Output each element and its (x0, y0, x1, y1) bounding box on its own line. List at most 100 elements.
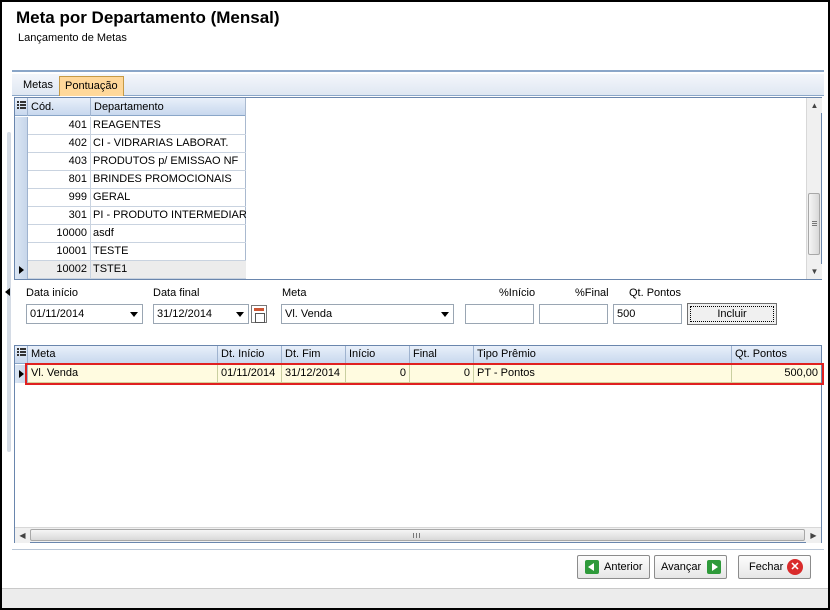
qt-pontos-label: Qt. Pontos (629, 287, 681, 299)
row-highlight-box (25, 363, 824, 385)
tab-metas[interactable]: Metas (18, 76, 58, 96)
pct-final-label: %Final (575, 287, 609, 299)
department-vertical-scrollbar[interactable]: ▲ ▼ (806, 98, 822, 279)
row-indicator (15, 189, 28, 207)
column-header-meta[interactable]: Meta (28, 346, 218, 364)
cell-departamento[interactable]: TESTE (91, 243, 246, 261)
fechar-button[interactable]: Fechar ✕ (738, 555, 811, 579)
status-bar (2, 588, 828, 608)
cell-departamento[interactable]: REAGENTES (91, 117, 246, 135)
scrollbar-thumb[interactable] (808, 193, 820, 255)
row-pointer-icon (15, 261, 28, 279)
tab-bar: Metas Pontuação (12, 74, 824, 96)
department-grid: Cód. Departamento 401 REAGENTES 402 CI - VI… (15, 98, 246, 279)
data-final-label: Data final (153, 287, 200, 299)
arrow-right-icon (707, 560, 721, 574)
table-row[interactable]: 403 PRODUTOS p/ EMISSAO NF (15, 153, 246, 171)
column-header-qt-pontos[interactable]: Qt. Pontos (732, 346, 821, 364)
collapse-left-icon[interactable] (5, 288, 10, 296)
chevron-down-icon[interactable] (231, 305, 248, 323)
cell-departamento[interactable]: GERAL (91, 189, 246, 207)
chevron-down-icon[interactable] (436, 305, 453, 323)
scroll-left-icon[interactable]: ◀ (15, 528, 30, 543)
cell-codigo[interactable]: 10001 (28, 243, 91, 261)
header-divider (12, 70, 824, 72)
pct-final-field[interactable] (539, 304, 608, 324)
row-indicator (15, 207, 28, 225)
cell-departamento[interactable]: TSTE1 (91, 261, 246, 279)
column-header-tipo-premio[interactable]: Tipo Prêmio (474, 346, 732, 364)
qt-pontos-field[interactable]: 500 (613, 304, 682, 324)
table-row[interactable]: 10000 asdf (15, 225, 246, 243)
window-frame: Meta por Departamento (Mensal) Lançament… (0, 0, 830, 610)
row-indicator (15, 171, 28, 189)
scrollbar-thumb[interactable] (30, 529, 805, 541)
data-inicio-value: 01/11/2014 (30, 308, 85, 320)
table-row[interactable]: 999 GERAL (15, 189, 246, 207)
meta-label: Meta (282, 287, 307, 299)
cell-departamento[interactable]: CI - VIDRARIAS LABORAT. (91, 135, 246, 153)
table-row[interactable]: 401 REAGENTES (15, 117, 246, 135)
calendar-icon[interactable] (251, 305, 267, 323)
table-row[interactable]: 10002 TSTE1 (15, 261, 246, 279)
avancar-button-label: Avançar (661, 561, 702, 573)
fechar-button-label: Fechar (749, 561, 784, 573)
anterior-button[interactable]: Anterior (577, 555, 650, 579)
cell-codigo[interactable]: 301 (28, 207, 91, 225)
window-subtitle: Lançamento de Metas (18, 32, 127, 44)
cell-codigo[interactable]: 401 (28, 117, 91, 135)
cell-codigo[interactable]: 999 (28, 189, 91, 207)
data-inicio-field[interactable]: 01/11/2014 (26, 304, 143, 324)
column-header-dt-fim[interactable]: Dt. Fim (282, 346, 346, 364)
cell-codigo[interactable]: 402 (28, 135, 91, 153)
grid-menu-icon[interactable] (15, 346, 28, 364)
grid-menu-icon[interactable] (15, 98, 28, 116)
data-inicio-label: Data início (26, 287, 78, 299)
row-indicator (15, 135, 28, 153)
cell-codigo[interactable]: 403 (28, 153, 91, 171)
pct-inicio-field[interactable] (465, 304, 534, 324)
column-header-codigo[interactable]: Cód. (28, 98, 91, 116)
row-indicator (15, 225, 28, 243)
cell-departamento[interactable]: PI - PRODUTO INTERMEDIARI (91, 207, 246, 225)
tab-pontuacao[interactable]: Pontuação (59, 76, 124, 96)
row-indicator (15, 153, 28, 171)
row-indicator (15, 117, 28, 135)
window-title: Meta por Departamento (Mensal) (16, 8, 280, 27)
department-panel: Cód. Departamento 401 REAGENTES 402 CI - VI… (14, 97, 822, 280)
department-grid-header: Cód. Departamento (15, 98, 245, 116)
cell-departamento[interactable]: asdf (91, 225, 246, 243)
meta-select-value: Vl. Venda (285, 308, 333, 320)
table-row[interactable]: 301 PI - PRODUTO INTERMEDIARI (15, 207, 246, 225)
goal-grid-header: Meta Dt. Início Dt. Fim Início Final Tip… (15, 346, 821, 364)
anterior-button-label: Anterior (604, 561, 643, 573)
data-final-field[interactable]: 31/12/2014 (153, 304, 249, 324)
cell-departamento[interactable]: PRODUTOS p/ EMISSAO NF (91, 153, 246, 171)
scroll-up-icon[interactable]: ▲ (807, 98, 822, 113)
column-header-departamento[interactable]: Departamento (91, 98, 246, 116)
incluir-button[interactable]: Incluir (687, 303, 777, 325)
close-icon: ✕ (787, 559, 803, 575)
table-row[interactable]: 801 BRINDES PROMOCIONAIS (15, 171, 246, 189)
table-row[interactable]: 10001 TESTE (15, 243, 246, 261)
meta-select[interactable]: Vl. Venda (281, 304, 454, 324)
pct-inicio-label: %Início (499, 287, 536, 299)
cell-codigo[interactable]: 10002 (28, 261, 91, 279)
goal-horizontal-scrollbar[interactable]: ◀ ▶ (15, 527, 821, 543)
data-final-value: 31/12/2014 (157, 308, 213, 320)
scroll-down-icon[interactable]: ▼ (807, 264, 822, 279)
row-indicator (15, 243, 28, 261)
cell-codigo[interactable]: 10000 (28, 225, 91, 243)
arrow-left-icon (585, 560, 599, 574)
column-header-inicio[interactable]: Início (346, 346, 410, 364)
table-row[interactable]: 402 CI - VIDRARIAS LABORAT. (15, 135, 246, 153)
column-header-dt-inicio[interactable]: Dt. Início (218, 346, 282, 364)
cell-departamento[interactable]: BRINDES PROMOCIONAIS (91, 171, 246, 189)
column-header-final[interactable]: Final (410, 346, 474, 364)
cell-codigo[interactable]: 801 (28, 171, 91, 189)
incluir-button-label: Incluir (690, 306, 774, 322)
footer-divider (12, 549, 824, 550)
avancar-button[interactable]: Avançar (654, 555, 727, 579)
scroll-right-icon[interactable]: ▶ (806, 528, 821, 543)
chevron-down-icon[interactable] (125, 305, 142, 323)
